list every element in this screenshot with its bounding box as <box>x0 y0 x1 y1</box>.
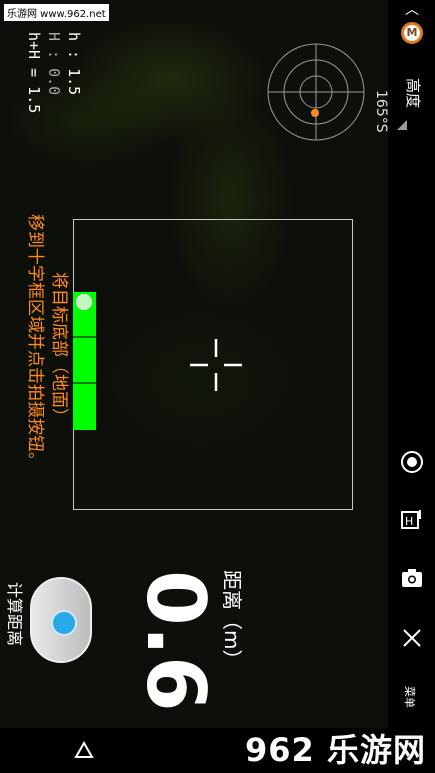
right-sidebar: ︿ M 高度 H 菜单 <box>388 0 435 728</box>
level-indicator <box>73 292 96 436</box>
shutter-center <box>51 610 77 636</box>
system-nav-bar: 962 乐游网 <box>0 728 435 773</box>
h-value: h : 1.5 <box>65 32 83 96</box>
height-tool-icon[interactable]: H <box>400 507 424 531</box>
height-readout: h : 1.5 H : 0.0 h+H = 1.5 <box>24 32 84 113</box>
menu-button[interactable]: 菜单 <box>402 686 418 708</box>
sum-value: h+H = 1.5 <box>25 32 43 114</box>
instruction-text: 移到十字框区域并点击拍摄按钮。 <box>22 214 48 469</box>
crosshair-icon <box>190 339 242 391</box>
distance-label: 距离（m） <box>220 570 244 670</box>
instruction-text-2: 将目标底部（地面） <box>46 272 72 425</box>
shutter-button[interactable] <box>30 577 92 663</box>
svg-text:H: H <box>405 515 413 528</box>
up-chevron-icon[interactable]: ︿ <box>402 0 422 18</box>
instruction-line-1: 移到十字框区域并点击拍摄按钮。 <box>25 214 45 469</box>
measure-label: 计算距离 <box>5 582 24 647</box>
level-bar <box>73 292 96 338</box>
compass-target-dot <box>311 109 319 117</box>
dropdown-triangle-icon[interactable] <box>397 120 407 130</box>
level-ball <box>76 294 92 310</box>
level-bar <box>73 384 96 430</box>
close-icon[interactable] <box>402 628 422 648</box>
target-icon[interactable] <box>400 450 424 474</box>
app-logo-icon[interactable]: M <box>401 22 423 44</box>
distance-value: 0.6 <box>129 570 222 712</box>
compass-heading: 165°S <box>373 90 389 133</box>
bottom-watermark: 962 乐游网 <box>245 731 426 769</box>
mode-label[interactable]: 高度 <box>403 78 424 108</box>
instruction-line-2: 将目标底部（地面） <box>49 272 69 425</box>
compass-radar <box>267 43 365 141</box>
level-bar <box>73 338 96 384</box>
back-triangle-icon[interactable] <box>74 741 94 759</box>
H-value: H : 0.0 <box>45 32 63 96</box>
watermark: 乐游网 www.962.net <box>4 4 109 21</box>
camera-icon[interactable] <box>400 566 424 590</box>
